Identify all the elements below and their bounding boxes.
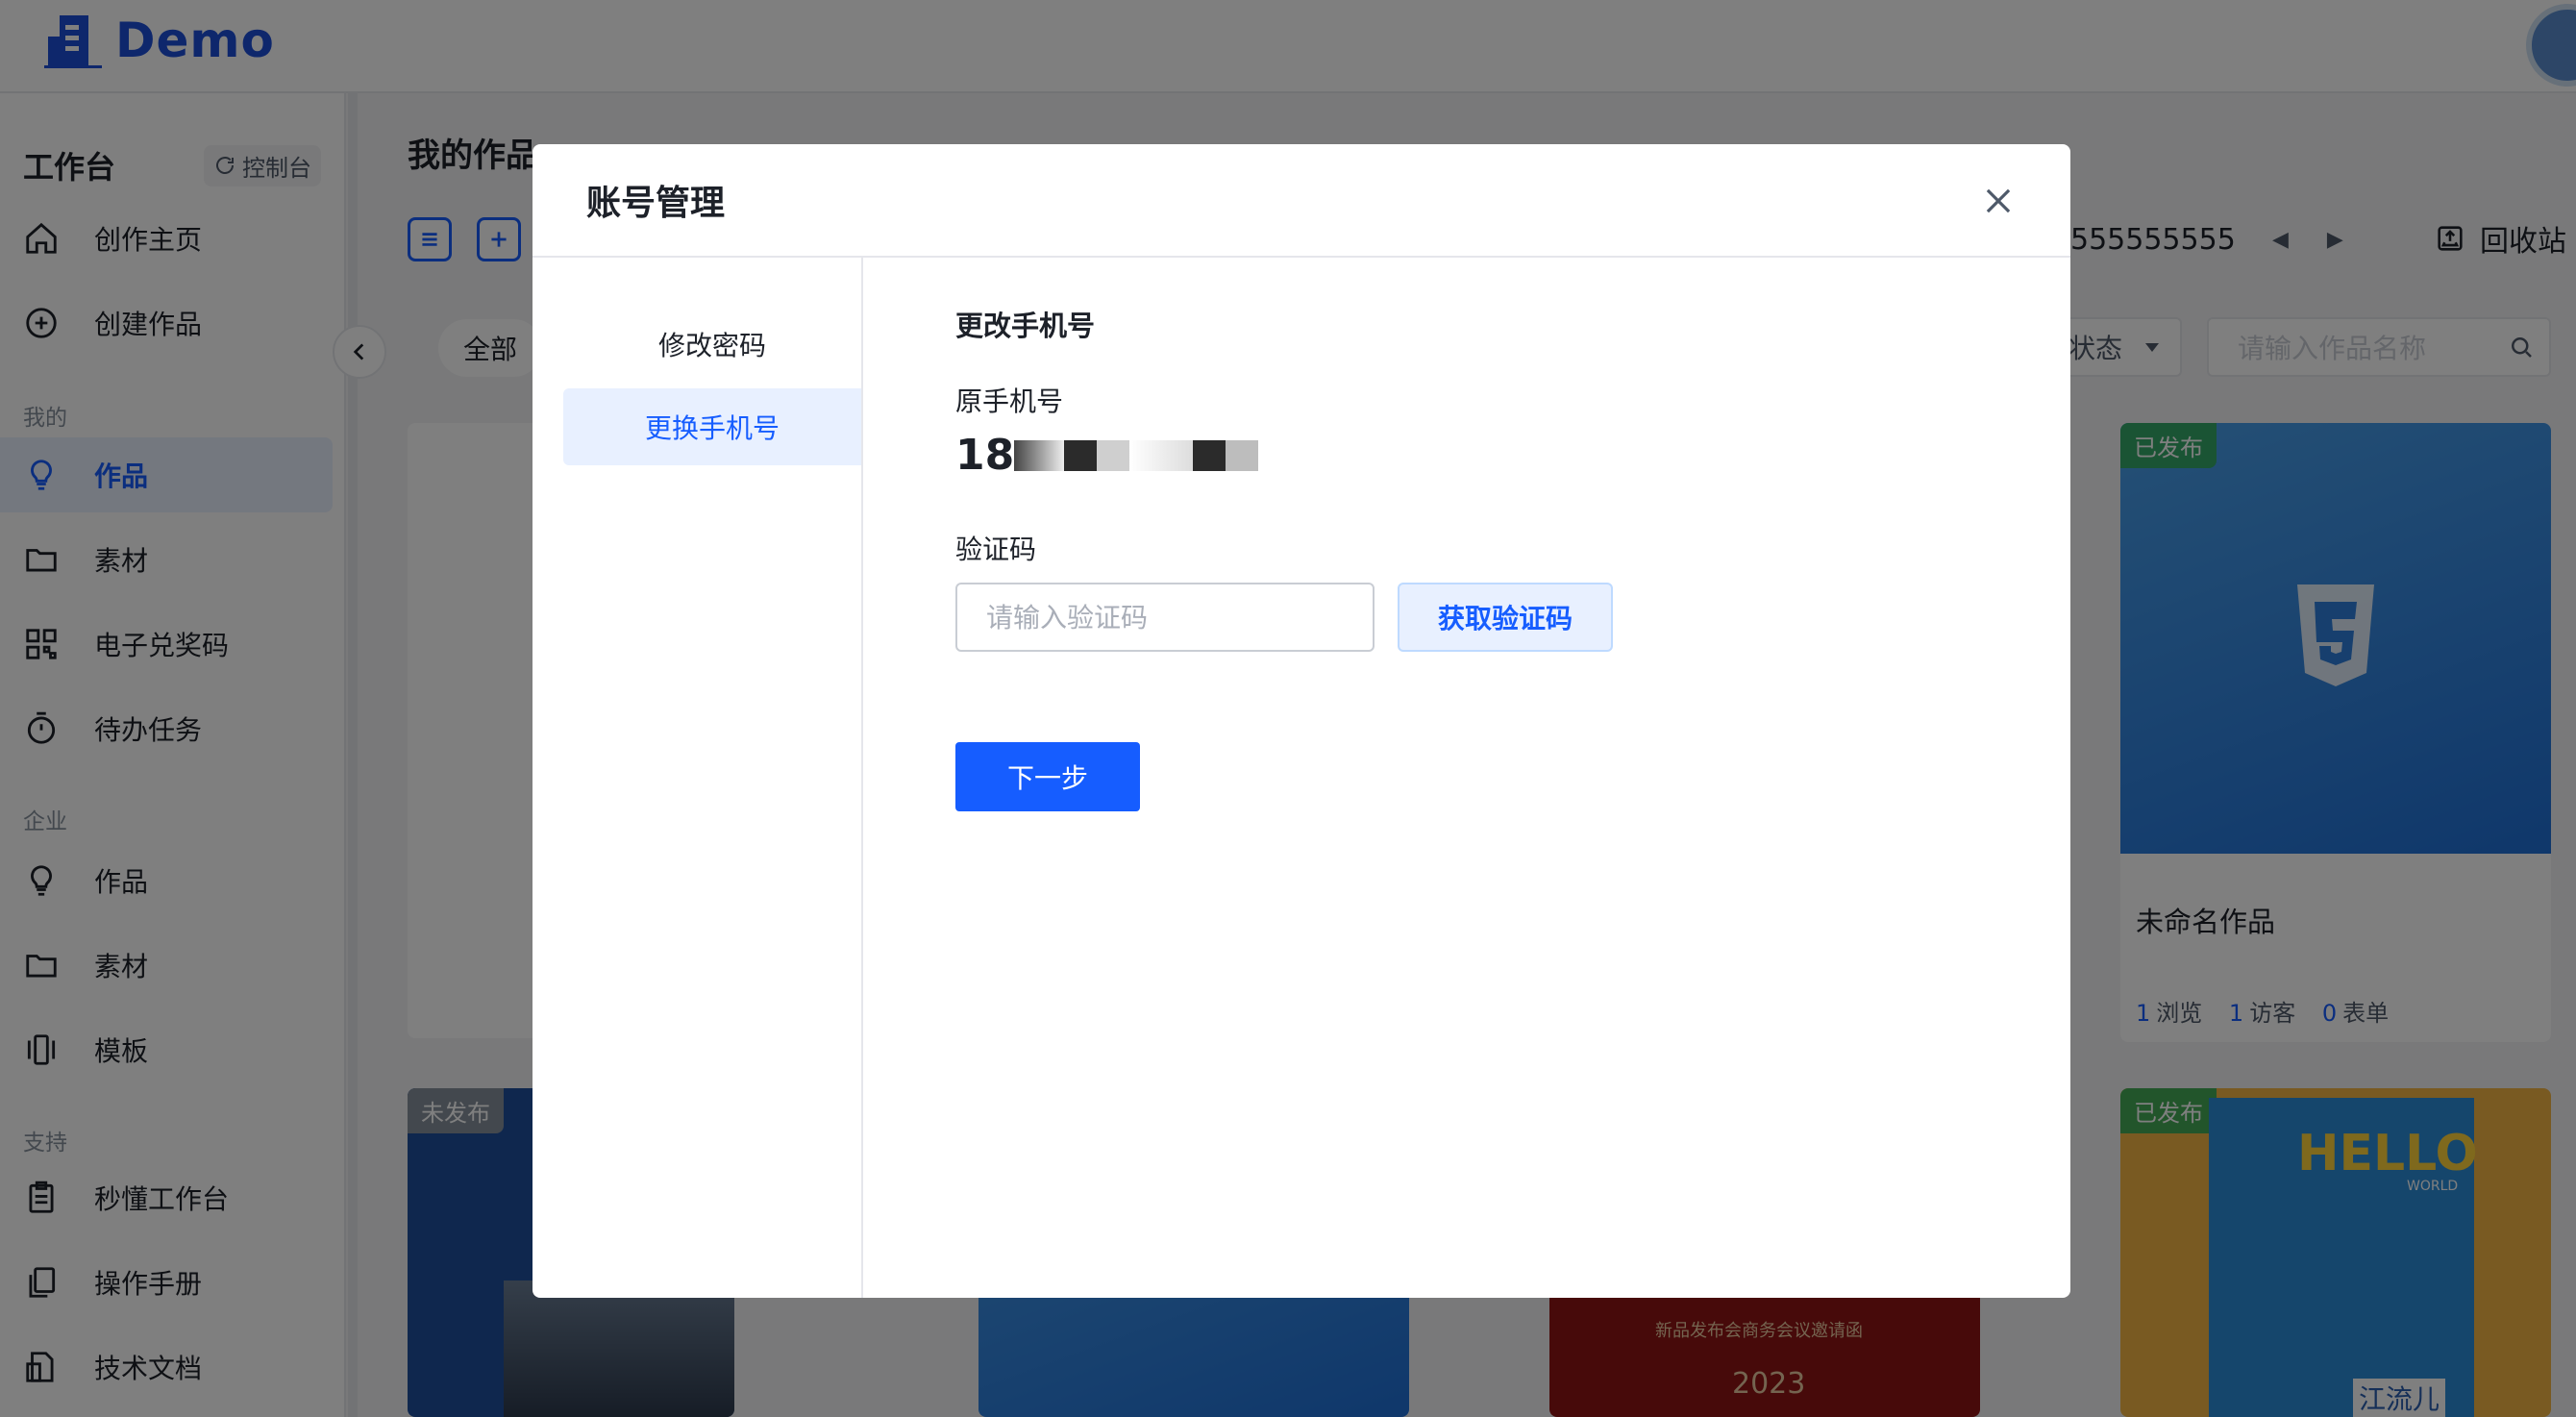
verification-code-label: 验证码 (955, 534, 1037, 565)
nav-change-password[interactable]: 修改密码 (563, 306, 861, 383)
section-title: 更改手机号 (955, 310, 1096, 342)
nav-label: 更换手机号 (644, 412, 780, 444)
masked-digits (1193, 439, 1226, 471)
masked-digits (1226, 439, 1259, 471)
dialog-header: 账号管理 (533, 144, 2070, 258)
nav-change-phone[interactable]: 更换手机号 (563, 388, 861, 465)
original-phone-label: 原手机号 (955, 385, 1064, 417)
close-icon[interactable] (1980, 183, 2017, 219)
masked-digits (1014, 439, 1065, 471)
verification-code-input[interactable] (955, 583, 1375, 652)
get-code-button[interactable]: 获取验证码 (1398, 583, 1613, 652)
original-phone-value: 18 (955, 431, 1259, 480)
dialog-title: 账号管理 (586, 184, 726, 223)
next-step-button[interactable]: 下一步 (955, 742, 1140, 811)
masked-digits (1097, 439, 1130, 471)
phone-visible-digits: 18 (955, 431, 1015, 480)
account-management-dialog: 账号管理 修改密码 更换手机号 更改手机号 原手机号 18 验证码 获取验证码 … (533, 144, 2070, 1298)
masked-digits (1129, 439, 1194, 471)
dialog-nav: 修改密码 更换手机号 (533, 258, 863, 1298)
masked-digits (1064, 439, 1098, 471)
nav-label: 修改密码 (657, 330, 766, 361)
